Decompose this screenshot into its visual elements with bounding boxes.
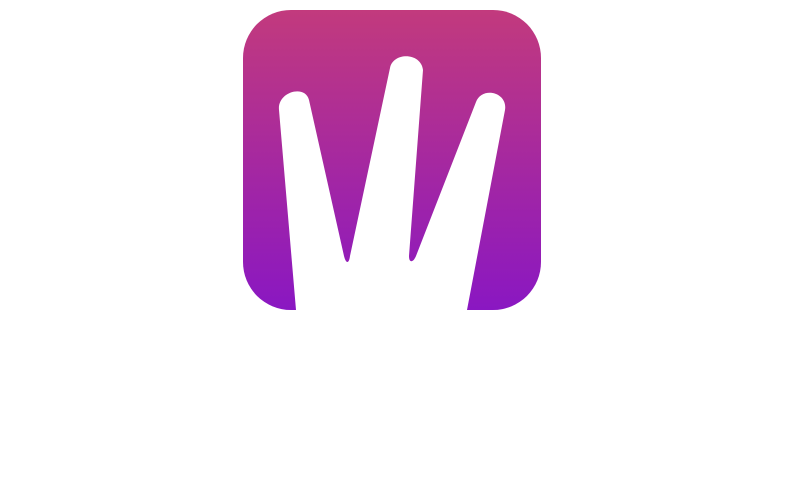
app-icon[interactable] — [243, 10, 541, 310]
hand-three-fingers-icon — [243, 10, 541, 310]
app-icon-screen — [0, 0, 788, 502]
